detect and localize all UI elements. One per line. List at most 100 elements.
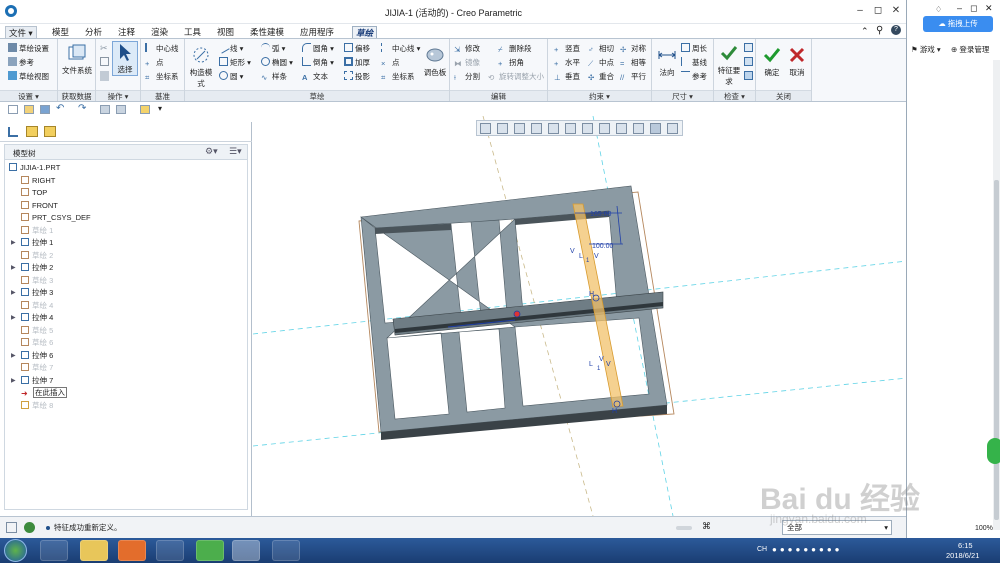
sketch-csys-button[interactable]: ⌗ 坐标系 <box>381 71 415 82</box>
tree-item[interactable]: ▶ 拉伸 4 <box>11 312 53 324</box>
sketcher-display-icon[interactable] <box>667 123 678 134</box>
symmetric-constraint-button[interactable]: ✢ 对称 <box>620 43 646 54</box>
group-inspect-label[interactable]: 检查 ▾ <box>714 90 755 101</box>
search-icon[interactable]: ⚲ <box>876 25 883 36</box>
taskbar-app-creo[interactable] <box>232 540 260 561</box>
horizontal-constraint-button[interactable]: + 水平 <box>554 57 580 68</box>
tab-sketch[interactable]: 草绘 <box>352 26 378 38</box>
undo-icon[interactable]: ↶ <box>56 103 64 114</box>
tab-render[interactable]: 渲染 <box>148 26 171 38</box>
tree-item[interactable]: 草绘 6 <box>21 337 53 349</box>
tree-item[interactable]: ➜ 在此插入 <box>21 387 67 399</box>
tab-model[interactable]: 模型 <box>49 26 72 38</box>
zoom-out-icon[interactable] <box>514 123 525 134</box>
thicken-button[interactable]: 加厚 <box>344 57 370 68</box>
corner-button[interactable]: + 拐角 <box>498 57 524 68</box>
tree-item[interactable]: 草绘 5 <box>21 325 53 337</box>
offset-button[interactable]: 偏移 <box>344 43 370 54</box>
datum-display-icon[interactable] <box>616 123 627 134</box>
dimension-165[interactable]: 165.00 <box>590 211 612 218</box>
group-dimension-label[interactable]: 尺寸 ▾ <box>652 90 713 101</box>
overlapping-geometry-icon[interactable] <box>744 43 753 52</box>
minimize-button[interactable]: – <box>853 5 867 17</box>
saved-orientations-icon[interactable] <box>565 123 576 134</box>
shade-closed-loops-icon[interactable] <box>744 71 753 80</box>
group-operations-label[interactable]: 操作 ▾ <box>96 90 140 101</box>
expand-arrow-icon[interactable]: ▶ <box>11 350 16 362</box>
paste-icon[interactable] <box>100 71 109 81</box>
green-floating-button[interactable] <box>987 438 1000 464</box>
model-tree-tab-icon[interactable] <box>8 127 18 137</box>
tree-item[interactable]: ▶ 拉伸 3 <box>11 287 53 299</box>
chamfer-button[interactable]: 倒角 ▾ <box>302 57 334 68</box>
spline-button[interactable]: ∿ 样条 <box>261 71 287 82</box>
tree-item[interactable]: RIGHT <box>21 175 55 187</box>
tab-applications[interactable]: 应用程序 <box>297 26 337 38</box>
open-file-icon[interactable] <box>24 105 34 114</box>
text-button[interactable]: A 文本 <box>302 71 328 82</box>
datum-point-button[interactable]: + 点 <box>145 57 164 68</box>
taskbar-app-explorer[interactable] <box>80 540 108 561</box>
line-button[interactable]: 线 ▾ <box>217 41 243 54</box>
delete-segment-button[interactable]: ⌿ 删除段 <box>498 43 532 54</box>
expand-arrow-icon[interactable]: ▶ <box>11 237 16 249</box>
regenerate-icon[interactable] <box>100 105 110 114</box>
collapse-ribbon-icon[interactable]: ⌃ <box>861 26 869 37</box>
ellipse-button[interactable]: 椭圆 ▾ <box>261 57 293 68</box>
tab-tools[interactable]: 工具 <box>181 26 204 38</box>
datum-csys-button[interactable]: ⌗ 坐标系 <box>145 71 179 82</box>
navigator-toggle-icon[interactable] <box>6 522 17 533</box>
customize-qat-icon[interactable]: ▾ <box>158 104 162 113</box>
repaint-icon[interactable] <box>531 123 542 134</box>
cut-icon[interactable]: ✂ <box>100 43 108 54</box>
tab-view[interactable]: 视图 <box>214 26 237 38</box>
tree-item[interactable]: ▶ 拉伸 2 <box>11 262 53 274</box>
tab-annotate[interactable]: 注释 <box>115 26 138 38</box>
folder-browser-tab-icon[interactable] <box>26 126 38 137</box>
group-constrain-label[interactable]: 约束 ▾ <box>548 90 651 101</box>
highlight-open-ends-icon[interactable] <box>744 57 753 66</box>
browser-toggle-icon[interactable] <box>24 522 35 533</box>
tree-item[interactable]: PRT_CSYS_DEF <box>21 212 91 224</box>
rotate-resize-button[interactable]: ⟲ 旋转调整大小 <box>488 71 544 82</box>
model-view[interactable]: 165.00 100.00 V L 1 V H V L 1 V H <box>253 116 907 516</box>
graphics-area[interactable]: 165.00 100.00 V L 1 V H V L 1 V H <box>253 116 907 516</box>
taskbar-app-paint[interactable] <box>272 540 300 561</box>
expand-arrow-icon[interactable]: ▶ <box>11 312 16 324</box>
view-manager-icon[interactable] <box>582 123 593 134</box>
modify-button[interactable]: ⇲ 修改 <box>454 43 480 54</box>
midpoint-constraint-button[interactable]: ⟋ 中点 <box>588 57 614 68</box>
cancel-button[interactable]: 取消 <box>785 45 809 78</box>
ok-button[interactable]: 确定 <box>760 45 784 78</box>
dimension-100[interactable]: 100.00 <box>592 243 614 250</box>
selection-filter[interactable]: 全部 ▾ <box>782 520 892 535</box>
sketch-point-button[interactable]: × 点 <box>381 57 400 68</box>
sketch-setup-button[interactable]: 草绘设置 <box>8 43 49 54</box>
construction-mode-button[interactable]: 构造模式 <box>187 45 215 89</box>
circle-button[interactable]: 圆 ▾ <box>219 71 243 82</box>
refit-icon[interactable] <box>480 123 491 134</box>
divide-button[interactable]: ⟊ 分割 <box>454 71 480 82</box>
perimeter-button[interactable]: 周长 <box>681 43 707 54</box>
select-button[interactable]: 选择 <box>112 41 138 76</box>
tree-item[interactable]: 草绘 4 <box>21 300 53 312</box>
sketch-view-toolbar-icon[interactable] <box>650 123 661 134</box>
sketch-view-button[interactable]: 草绘视图 <box>8 71 49 82</box>
references-button[interactable]: 参考 <box>8 57 34 68</box>
save-icon[interactable] <box>40 105 50 114</box>
tree-item[interactable]: 草绘 7 <box>21 362 53 374</box>
new-file-icon[interactable] <box>8 105 18 114</box>
tree-item[interactable]: JIJIA-1.PRT <box>9 162 60 174</box>
sidebar-minimize-button[interactable]: – <box>957 3 962 13</box>
display-style-icon[interactable] <box>548 123 559 134</box>
redo-icon[interactable]: ↷ <box>78 103 86 114</box>
clock-date[interactable]: 2018/6/21 <box>946 551 979 560</box>
favorites-tab-icon[interactable] <box>44 126 56 137</box>
tree-item[interactable]: TOP <box>21 187 47 199</box>
taskbar-app-360[interactable] <box>196 540 224 561</box>
project-button[interactable]: 投影 <box>344 71 370 82</box>
mirror-button[interactable]: ⧓ 镜像 <box>454 57 480 68</box>
taskbar-app-media[interactable] <box>118 540 146 561</box>
taskbar-app-browser[interactable] <box>40 540 68 561</box>
tree-item[interactable]: 草绘 8 <box>21 400 53 412</box>
